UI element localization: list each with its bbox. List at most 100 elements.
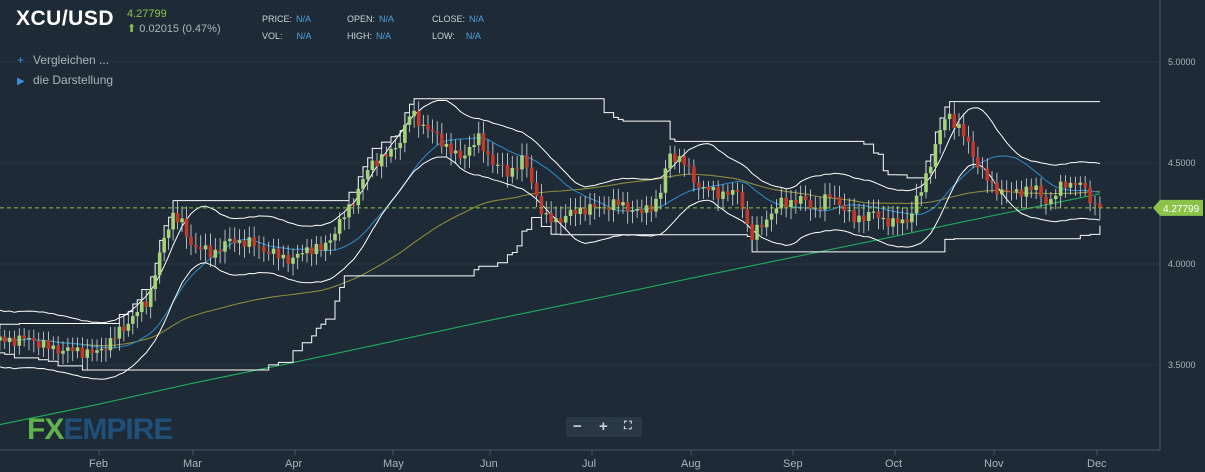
zoom-controls: − + ⛶ [566, 417, 642, 437]
fit-screen-icon[interactable]: ⛶ [624, 420, 632, 433]
stat-low: LOW: N/A [432, 31, 481, 41]
candle-body [171, 212, 175, 230]
candle-body [476, 133, 481, 146]
display-button[interactable]: ▶ die Darstellung [17, 73, 113, 87]
candle-body [412, 110, 416, 117]
candle-body [495, 164, 500, 166]
stat-high-value: N/A [376, 31, 392, 41]
candle-body [673, 153, 677, 162]
candle-body [630, 210, 635, 212]
compare-button[interactable]: + Vergleichen ... [17, 53, 109, 67]
fxempire-logo: FXEMPIRE [27, 413, 173, 447]
candle-body [61, 350, 65, 354]
candle-body [588, 204, 592, 215]
candle-body [435, 131, 439, 134]
candle-body [625, 202, 630, 212]
candle-body [463, 155, 467, 159]
stat-price: PRICE: N/A [262, 14, 311, 24]
candle-body [66, 347, 70, 351]
candle-body [370, 160, 375, 170]
candle-body [449, 143, 453, 154]
price-change: ⬆ 0.02015 (0.47%) [127, 22, 221, 35]
candle-body [658, 192, 663, 199]
candle-body [1044, 196, 1048, 204]
candle-body [828, 194, 832, 198]
candle-body [1000, 189, 1004, 195]
candle-body [895, 218, 900, 224]
candle-body [529, 167, 534, 183]
symbol-title: XCU/USD [16, 7, 115, 30]
triangle-right-icon: ▶ [17, 76, 25, 87]
candle-body [1004, 189, 1009, 192]
candle-body [730, 190, 735, 195]
candle-body [99, 348, 104, 351]
x-tick-label: Sep [783, 458, 803, 470]
candle-body [837, 197, 842, 206]
candle-body [247, 237, 252, 247]
candle-body [104, 348, 108, 351]
stat-low-label: LOW: [432, 31, 455, 41]
candle-body [184, 218, 189, 237]
candle-body [914, 195, 919, 214]
zoom-in-button[interactable]: + [599, 418, 608, 435]
x-tick-label: May [383, 458, 404, 470]
candle-body [162, 237, 166, 253]
candle-body [281, 254, 286, 259]
logo-fx: FX [27, 413, 64, 446]
candle-body [779, 197, 784, 209]
candle-body [403, 124, 407, 143]
candle-body [764, 219, 769, 228]
plus-icon: + [17, 53, 25, 67]
candle-body [990, 180, 994, 183]
candle-body [144, 301, 149, 307]
candle-body [198, 247, 203, 250]
candle-body [644, 205, 649, 213]
candle-body [148, 289, 153, 307]
candle-body [760, 224, 764, 228]
candle-body [314, 244, 319, 255]
candle-body [803, 196, 808, 201]
candle-body [559, 218, 563, 223]
candle-body [696, 182, 701, 188]
candle-body [32, 337, 36, 341]
candle-body [27, 337, 31, 340]
price-chart[interactable]: 5.00004.50004.00003.500021FebMarAprMayJu… [0, 0, 1205, 472]
stat-close-value: N/A [469, 14, 485, 24]
candle-body [611, 199, 616, 211]
candle-body [276, 248, 281, 259]
candle-body [583, 207, 587, 215]
candle-body [117, 326, 122, 339]
candle-body [95, 350, 99, 353]
candle-body [750, 224, 754, 240]
candle-body [980, 167, 985, 169]
candle-body [534, 182, 539, 197]
stat-price-label: PRICE: [262, 14, 293, 24]
candle-body [1083, 182, 1087, 188]
candle-body [774, 208, 779, 214]
candle-body [1073, 182, 1078, 185]
stat-close-label: CLOSE: [432, 14, 466, 24]
candle-body [1063, 181, 1068, 188]
candle-body [905, 219, 909, 223]
candle-body [36, 340, 41, 348]
candle-body [985, 168, 990, 181]
candle-body [356, 188, 361, 206]
candle-body [726, 191, 730, 195]
candle-body [262, 246, 266, 252]
zoom-out-button[interactable]: − [573, 418, 582, 435]
x-tick-label: Aug [681, 458, 701, 470]
candle-body [573, 209, 578, 215]
y-tick-label: 4.0000 [1168, 259, 1196, 269]
compare-label: Vergleichen ... [33, 53, 110, 67]
candle-body [957, 124, 961, 128]
x-tick-label: Feb [89, 458, 108, 470]
candle-body [976, 157, 980, 168]
candle-body [1049, 199, 1053, 204]
candle-body [933, 144, 938, 167]
arrow-up-icon: ⬆ [127, 23, 137, 35]
candle-body [1009, 191, 1014, 193]
candle-body [525, 155, 529, 168]
stat-close: CLOSE: N/A [432, 14, 484, 24]
inner-band-lower [0, 156, 1100, 380]
candle-body [291, 257, 295, 264]
